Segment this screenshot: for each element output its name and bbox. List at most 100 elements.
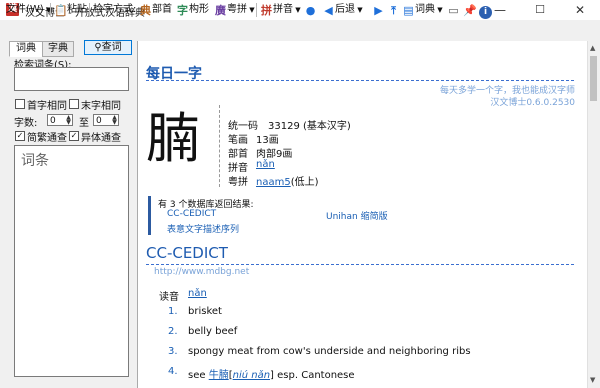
tab-words[interactable]: 词典 [9,41,43,57]
toolbar-separator [50,3,51,17]
char-count-label: 字数: [14,118,38,129]
variants-label: 异体通查 [81,133,121,144]
count-from-stepper[interactable]: 0 ▲ ▼ [47,114,73,126]
scroll-down-icon[interactable]: ▼ [590,376,595,384]
component-label: 构形 [189,4,209,15]
window-button[interactable]: ▭ [447,2,460,18]
cantonese-label: 粤拼 [227,4,247,15]
info-key-radical: 部首 [228,149,248,160]
globe-button[interactable]: ● [304,2,317,18]
cross-ref-link[interactable]: 牛腩 [209,370,229,381]
pinyin-label: 拼音 [273,4,293,15]
tab-chars[interactable]: 字典 [42,41,74,57]
first-same-checkbox[interactable] [15,99,25,109]
info-key-jyutping: 粤拼 [228,177,248,188]
pin-button[interactable]: 📌 [463,2,477,18]
chevron-down-icon: ▼ [293,6,301,14]
definition-suffix: esp. Cantonese [277,370,355,381]
book-icon: ▤ [403,4,414,17]
bracket: ] [270,370,274,381]
pinyin-button[interactable]: 拼拼音 ▼ [260,2,301,18]
last-same-checkbox[interactable] [69,99,79,109]
definition-text: spongy meat from cow's underside and nei… [188,346,471,357]
cross-ref-pinyin-link[interactable]: niú nǎn [233,370,270,381]
info-icon: i [479,6,492,19]
info-value-strokes: 13画 [256,135,279,146]
chevron-down-icon: ▼ [435,6,443,14]
toolbar-separator [256,3,257,17]
last-same-label: 末字相同 [81,101,121,112]
info-value-jyutping: naam5(低上) [256,173,319,188]
definition-number: 4. [168,366,178,377]
version-label: 汉文博士0.6.0.2530 [490,98,575,108]
query-button[interactable]: ⚲查词 [84,40,132,55]
search-input[interactable] [14,67,129,91]
paste-button[interactable]: 📋粘贴 [54,2,87,18]
toolbar [0,20,600,40]
word-list[interactable]: 词条 [14,145,129,377]
info-value-pinyin-link[interactable]: nǎn [256,159,275,170]
db-link-cedict[interactable]: CC-CEDICT [167,209,216,219]
count-to-value: 0 [96,116,102,126]
dictionary-label: 词典 [415,4,435,15]
clipboard-icon: 📋 [54,4,68,17]
pin-icon: 📌 [463,4,477,17]
forward-button[interactable]: ▶ [372,2,385,18]
cedict-url[interactable]: http://www.mdbg.net [154,267,249,277]
dictionary-button[interactable]: ▤词典 ▼ [402,2,443,18]
definition-text: belly beef [188,326,238,337]
spin-arrows-icon[interactable]: ▲ ▼ [65,115,72,126]
definition-text: see 牛腩[niú nǎn] esp. Cantonese [188,366,355,381]
top-button[interactable]: ⤒ [387,2,400,18]
jyutping-tone: (低上) [290,177,319,188]
count-to-stepper[interactable]: 0 ▲ ▼ [93,114,119,126]
word-list-header: 词条 [21,153,49,169]
count-from-value: 0 [50,116,56,126]
file-menu-label: 文件(W) [6,4,44,15]
reading-link[interactable]: nǎn [188,288,207,299]
globe-icon: ● [305,4,316,17]
scroll-up-icon[interactable]: ▲ [590,44,595,52]
db-link-ids[interactable]: 表意文字描述序列 [167,222,239,235]
db-link-unihan[interactable]: Unihan 缩简版 [326,209,388,222]
definition-number: 2. [168,326,178,337]
big-character: 腩 [146,107,200,170]
search-mode-label: 检字方式: [93,4,137,15]
component-icon: 字 [177,4,188,17]
cantonese-icon: 廣 [215,4,226,17]
back-button[interactable]: ◀ 后退 ▼ [322,2,363,18]
info-key-pinyin: 拼音 [228,163,248,174]
search-icon: ⚲ [94,42,102,53]
divider [219,105,220,187]
close-button[interactable]: ✕ [560,0,600,20]
cantonese-button[interactable]: 廣粤拼 ▼ [214,2,255,18]
simp-trad-label: 简繁通查 [27,133,67,144]
definition-number: 3. [168,346,178,357]
info-button[interactable]: i [479,2,492,19]
query-button-label: 查词 [101,42,122,53]
scroll-thumb[interactable] [590,56,597,101]
jyutping-link[interactable]: naam5 [256,177,291,188]
component-button[interactable]: 字构形 [176,2,209,18]
maximize-button[interactable]: ☐ [520,0,560,20]
arrow-left-icon: ◀ [324,4,333,17]
arrow-right-icon: ▶ [374,4,383,17]
info-value-unicode: 33129 (基本汉字) [268,121,351,132]
variants-checkbox[interactable]: ✓ [69,131,79,141]
reading-label: 读音 [159,292,179,303]
back-label: 后退 [335,4,355,15]
info-key-unicode: 统一码 [228,121,258,132]
info-key-strokes: 笔画 [228,135,248,146]
chevron-down-icon: ▼ [355,6,363,14]
definition-text: brisket [188,306,222,317]
spin-arrows-icon[interactable]: ▲ ▼ [111,115,118,126]
radical-label: 部首 [152,4,172,15]
arrow-up-icon: ⤒ [391,4,396,17]
radical-icon: 典 [140,4,151,17]
toolbar-separator [89,3,90,17]
info-value-radical: 肉部9画 [256,149,293,160]
file-menu[interactable]: 文件(W) ▼ [6,2,51,18]
count-to-label: 至 [79,118,89,129]
radical-button[interactable]: 典部首 [139,2,172,18]
simp-trad-checkbox[interactable]: ✓ [15,131,25,141]
